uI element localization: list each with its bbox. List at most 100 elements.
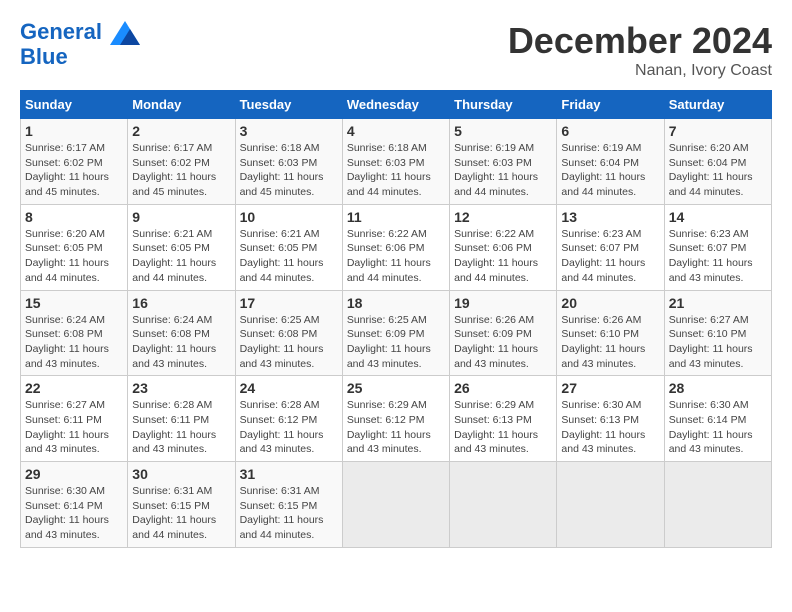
calendar-cell	[664, 462, 771, 548]
calendar-cell: 14 Sunrise: 6:23 AM Sunset: 6:07 PM Dayl…	[664, 204, 771, 290]
day-number: 22	[25, 380, 123, 396]
calendar-cell: 23 Sunrise: 6:28 AM Sunset: 6:11 PM Dayl…	[128, 376, 235, 462]
day-number: 31	[240, 466, 338, 482]
day-number: 8	[25, 209, 123, 225]
month-title: December 2024	[508, 20, 772, 62]
week-row-5: 29 Sunrise: 6:30 AM Sunset: 6:14 PM Dayl…	[21, 462, 772, 548]
weekday-monday: Monday	[128, 91, 235, 119]
day-number: 11	[347, 209, 445, 225]
day-info: Sunrise: 6:24 AM Sunset: 6:08 PM Dayligh…	[25, 313, 123, 372]
day-info: Sunrise: 6:26 AM Sunset: 6:09 PM Dayligh…	[454, 313, 552, 372]
calendar-cell	[557, 462, 664, 548]
day-info: Sunrise: 6:20 AM Sunset: 6:05 PM Dayligh…	[25, 227, 123, 286]
week-row-3: 15 Sunrise: 6:24 AM Sunset: 6:08 PM Dayl…	[21, 290, 772, 376]
weekday-header-row: SundayMondayTuesdayWednesdayThursdayFrid…	[21, 91, 772, 119]
day-number: 6	[561, 123, 659, 139]
day-number: 23	[132, 380, 230, 396]
day-info: Sunrise: 6:23 AM Sunset: 6:07 PM Dayligh…	[561, 227, 659, 286]
day-info: Sunrise: 6:26 AM Sunset: 6:10 PM Dayligh…	[561, 313, 659, 372]
day-number: 26	[454, 380, 552, 396]
day-info: Sunrise: 6:25 AM Sunset: 6:09 PM Dayligh…	[347, 313, 445, 372]
calendar-cell: 16 Sunrise: 6:24 AM Sunset: 6:08 PM Dayl…	[128, 290, 235, 376]
calendar-body: 1 Sunrise: 6:17 AM Sunset: 6:02 PM Dayli…	[21, 119, 772, 548]
calendar-cell: 20 Sunrise: 6:26 AM Sunset: 6:10 PM Dayl…	[557, 290, 664, 376]
calendar-cell: 17 Sunrise: 6:25 AM Sunset: 6:08 PM Dayl…	[235, 290, 342, 376]
calendar-cell: 15 Sunrise: 6:24 AM Sunset: 6:08 PM Dayl…	[21, 290, 128, 376]
calendar-cell: 2 Sunrise: 6:17 AM Sunset: 6:02 PM Dayli…	[128, 119, 235, 205]
calendar-cell: 7 Sunrise: 6:20 AM Sunset: 6:04 PM Dayli…	[664, 119, 771, 205]
day-number: 9	[132, 209, 230, 225]
calendar-cell: 10 Sunrise: 6:21 AM Sunset: 6:05 PM Dayl…	[235, 204, 342, 290]
day-number: 13	[561, 209, 659, 225]
calendar-cell: 3 Sunrise: 6:18 AM Sunset: 6:03 PM Dayli…	[235, 119, 342, 205]
calendar-cell: 29 Sunrise: 6:30 AM Sunset: 6:14 PM Dayl…	[21, 462, 128, 548]
calendar-cell	[450, 462, 557, 548]
day-number: 7	[669, 123, 767, 139]
weekday-tuesday: Tuesday	[235, 91, 342, 119]
day-info: Sunrise: 6:30 AM Sunset: 6:13 PM Dayligh…	[561, 398, 659, 457]
day-info: Sunrise: 6:25 AM Sunset: 6:08 PM Dayligh…	[240, 313, 338, 372]
title-section: December 2024 Nanan, Ivory Coast	[508, 20, 772, 80]
calendar-table: SundayMondayTuesdayWednesdayThursdayFrid…	[20, 90, 772, 548]
day-number: 24	[240, 380, 338, 396]
day-info: Sunrise: 6:18 AM Sunset: 6:03 PM Dayligh…	[240, 141, 338, 200]
day-info: Sunrise: 6:18 AM Sunset: 6:03 PM Dayligh…	[347, 141, 445, 200]
calendar-cell: 27 Sunrise: 6:30 AM Sunset: 6:13 PM Dayl…	[557, 376, 664, 462]
day-number: 25	[347, 380, 445, 396]
calendar-cell: 24 Sunrise: 6:28 AM Sunset: 6:12 PM Dayl…	[235, 376, 342, 462]
calendar-cell: 26 Sunrise: 6:29 AM Sunset: 6:13 PM Dayl…	[450, 376, 557, 462]
logo: General Blue	[20, 20, 140, 69]
calendar-cell: 11 Sunrise: 6:22 AM Sunset: 6:06 PM Dayl…	[342, 204, 449, 290]
location: Nanan, Ivory Coast	[508, 62, 772, 80]
calendar-cell: 9 Sunrise: 6:21 AM Sunset: 6:05 PM Dayli…	[128, 204, 235, 290]
week-row-2: 8 Sunrise: 6:20 AM Sunset: 6:05 PM Dayli…	[21, 204, 772, 290]
day-number: 12	[454, 209, 552, 225]
calendar-cell: 6 Sunrise: 6:19 AM Sunset: 6:04 PM Dayli…	[557, 119, 664, 205]
day-info: Sunrise: 6:24 AM Sunset: 6:08 PM Dayligh…	[132, 313, 230, 372]
day-info: Sunrise: 6:22 AM Sunset: 6:06 PM Dayligh…	[347, 227, 445, 286]
day-info: Sunrise: 6:29 AM Sunset: 6:12 PM Dayligh…	[347, 398, 445, 457]
calendar-cell: 31 Sunrise: 6:31 AM Sunset: 6:15 PM Dayl…	[235, 462, 342, 548]
day-info: Sunrise: 6:21 AM Sunset: 6:05 PM Dayligh…	[240, 227, 338, 286]
day-number: 10	[240, 209, 338, 225]
calendar-cell: 4 Sunrise: 6:18 AM Sunset: 6:03 PM Dayli…	[342, 119, 449, 205]
weekday-wednesday: Wednesday	[342, 91, 449, 119]
day-number: 1	[25, 123, 123, 139]
calendar-cell: 18 Sunrise: 6:25 AM Sunset: 6:09 PM Dayl…	[342, 290, 449, 376]
day-number: 14	[669, 209, 767, 225]
day-info: Sunrise: 6:23 AM Sunset: 6:07 PM Dayligh…	[669, 227, 767, 286]
day-number: 28	[669, 380, 767, 396]
day-info: Sunrise: 6:28 AM Sunset: 6:12 PM Dayligh…	[240, 398, 338, 457]
day-number: 20	[561, 295, 659, 311]
day-number: 17	[240, 295, 338, 311]
day-info: Sunrise: 6:29 AM Sunset: 6:13 PM Dayligh…	[454, 398, 552, 457]
day-info: Sunrise: 6:30 AM Sunset: 6:14 PM Dayligh…	[669, 398, 767, 457]
day-number: 4	[347, 123, 445, 139]
weekday-friday: Friday	[557, 91, 664, 119]
day-number: 5	[454, 123, 552, 139]
calendar-cell: 22 Sunrise: 6:27 AM Sunset: 6:11 PM Dayl…	[21, 376, 128, 462]
logo-text: General	[20, 20, 140, 45]
day-number: 19	[454, 295, 552, 311]
calendar-cell: 13 Sunrise: 6:23 AM Sunset: 6:07 PM Dayl…	[557, 204, 664, 290]
day-info: Sunrise: 6:28 AM Sunset: 6:11 PM Dayligh…	[132, 398, 230, 457]
day-number: 29	[25, 466, 123, 482]
calendar-cell: 25 Sunrise: 6:29 AM Sunset: 6:12 PM Dayl…	[342, 376, 449, 462]
logo-blue: Blue	[20, 45, 140, 69]
day-number: 18	[347, 295, 445, 311]
day-info: Sunrise: 6:30 AM Sunset: 6:14 PM Dayligh…	[25, 484, 123, 543]
weekday-thursday: Thursday	[450, 91, 557, 119]
day-info: Sunrise: 6:17 AM Sunset: 6:02 PM Dayligh…	[25, 141, 123, 200]
day-info: Sunrise: 6:21 AM Sunset: 6:05 PM Dayligh…	[132, 227, 230, 286]
day-info: Sunrise: 6:27 AM Sunset: 6:10 PM Dayligh…	[669, 313, 767, 372]
day-info: Sunrise: 6:31 AM Sunset: 6:15 PM Dayligh…	[132, 484, 230, 543]
day-number: 2	[132, 123, 230, 139]
calendar-cell: 12 Sunrise: 6:22 AM Sunset: 6:06 PM Dayl…	[450, 204, 557, 290]
day-info: Sunrise: 6:31 AM Sunset: 6:15 PM Dayligh…	[240, 484, 338, 543]
day-number: 15	[25, 295, 123, 311]
day-info: Sunrise: 6:20 AM Sunset: 6:04 PM Dayligh…	[669, 141, 767, 200]
calendar-cell: 5 Sunrise: 6:19 AM Sunset: 6:03 PM Dayli…	[450, 119, 557, 205]
calendar-cell: 21 Sunrise: 6:27 AM Sunset: 6:10 PM Dayl…	[664, 290, 771, 376]
calendar-cell: 28 Sunrise: 6:30 AM Sunset: 6:14 PM Dayl…	[664, 376, 771, 462]
calendar-cell: 30 Sunrise: 6:31 AM Sunset: 6:15 PM Dayl…	[128, 462, 235, 548]
